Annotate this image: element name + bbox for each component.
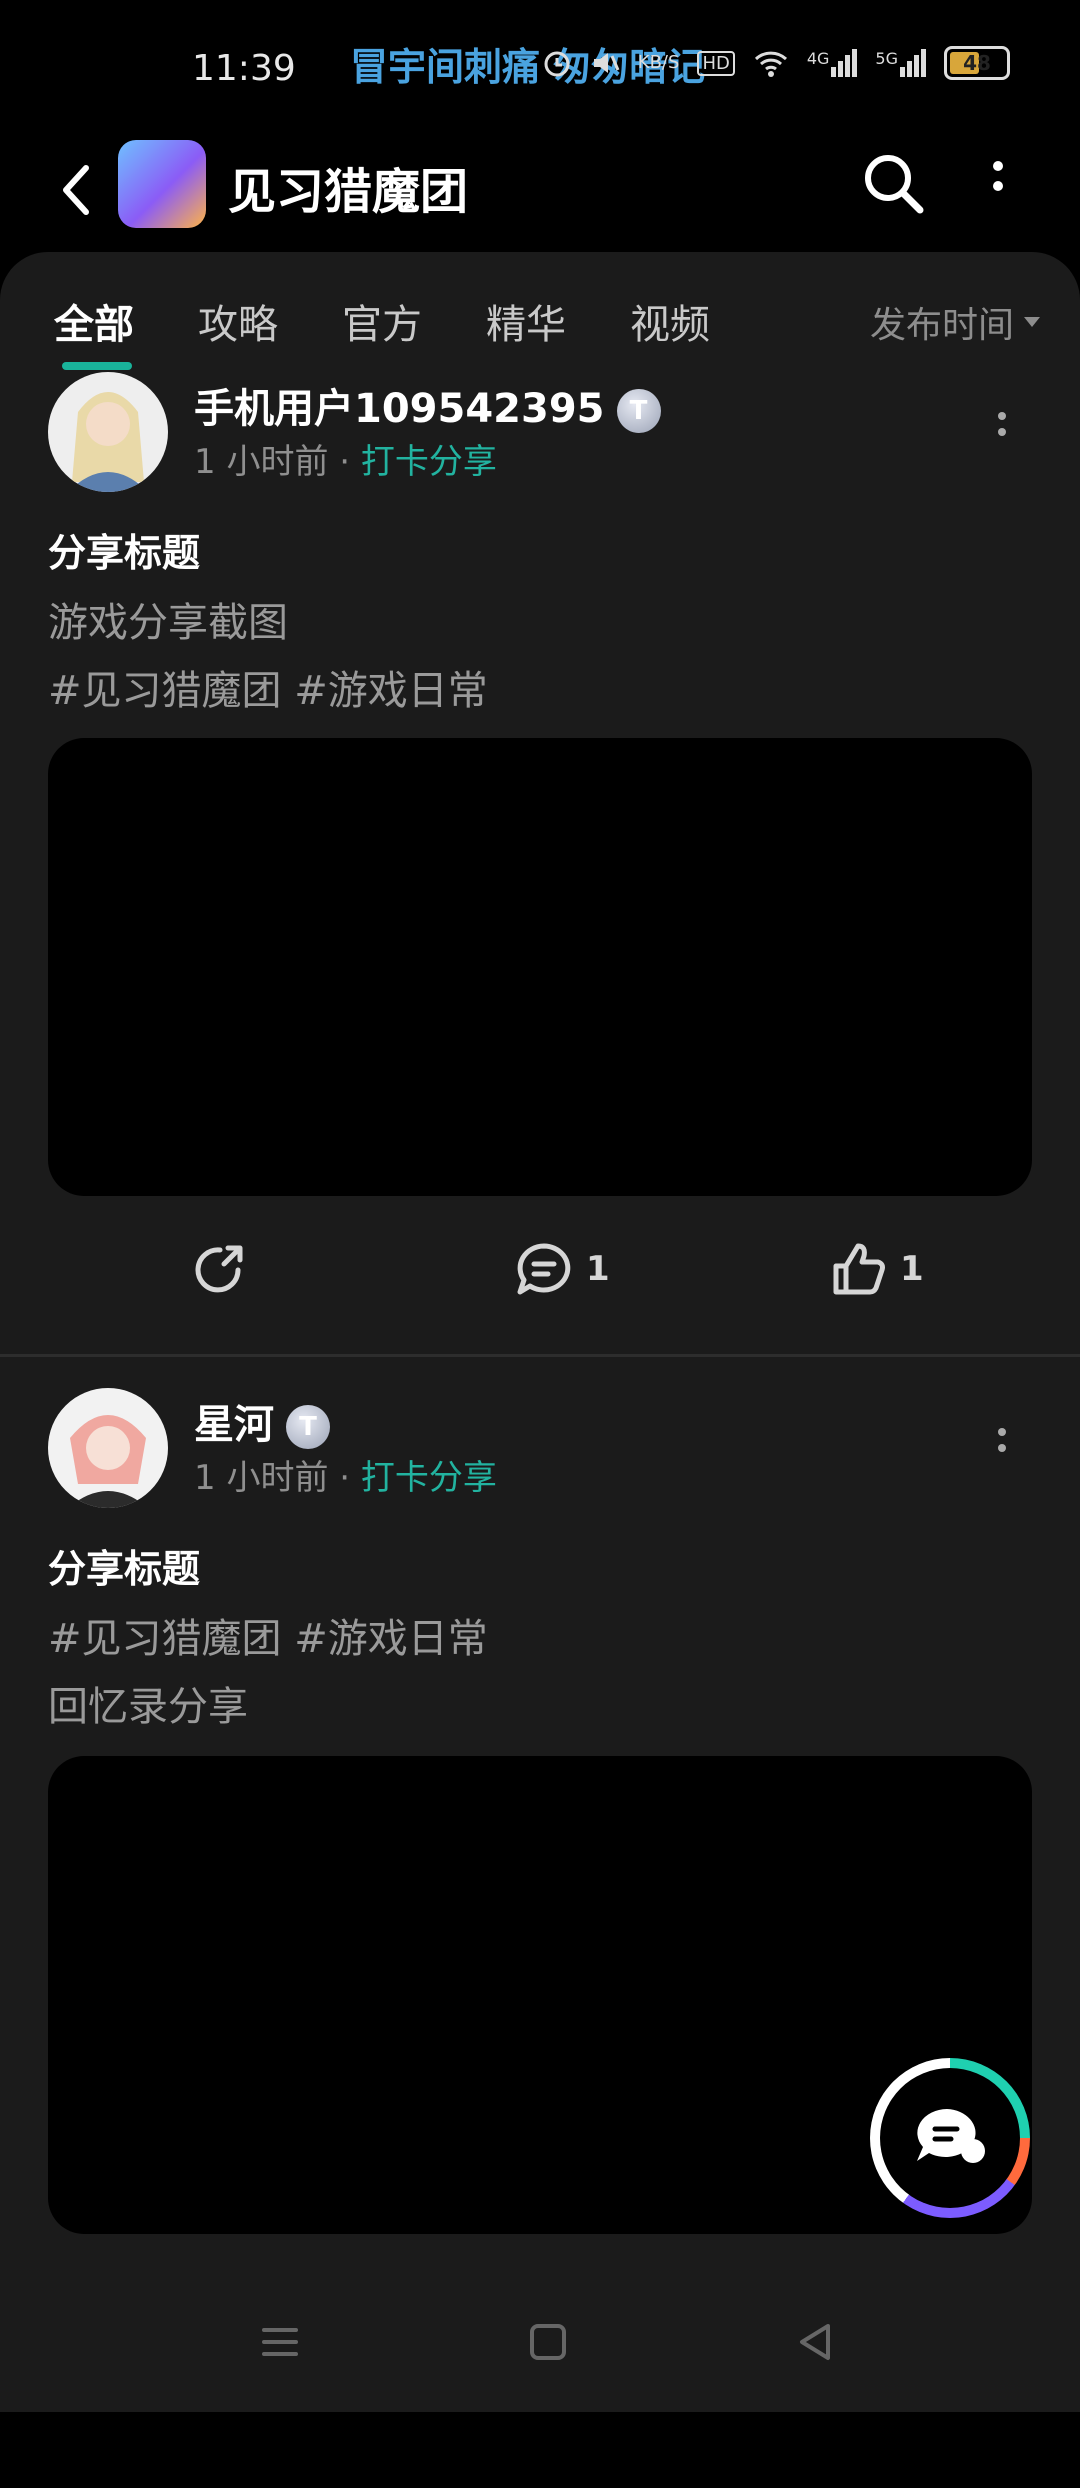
- comment-button[interactable]: 1: [514, 1240, 610, 1298]
- user-level-badge-icon: T: [616, 389, 661, 433]
- post-divider: [0, 1354, 1080, 1357]
- like-count: 1: [900, 1249, 924, 1289]
- hd-icon: HD: [697, 50, 735, 76]
- chat-fab-button[interactable]: [870, 2058, 1030, 2218]
- meta-separator: ·: [339, 1458, 351, 1498]
- system-nav-bar: [0, 2270, 1080, 2412]
- tab-official[interactable]: 官方: [342, 292, 422, 350]
- post-actions: 1 1: [0, 1240, 1080, 1320]
- post-title: 分享标题: [48, 531, 201, 575]
- post-more-icon[interactable]: [990, 1424, 1014, 1464]
- status-time: 11:39: [192, 48, 296, 89]
- post-hashtags[interactable]: #见习猎魔团 #游戏日常: [48, 658, 488, 716]
- page-title: 见习猎魔团: [228, 164, 469, 220]
- alarm-icon: [544, 51, 570, 77]
- comment-count: 1: [586, 1249, 610, 1289]
- post-card[interactable]: 手机用户109542395 T 1 小时前 · 打卡分享 分享标题 游戏分享截图 …: [0, 372, 1080, 1196]
- game-app-icon[interactable]: [118, 140, 206, 228]
- signal-4g-icon: 4G: [807, 49, 858, 77]
- meta-separator: ·: [339, 442, 351, 482]
- thumbs-up-icon: [833, 1243, 885, 1295]
- tab-video[interactable]: 视频: [630, 292, 710, 350]
- wifi-icon: [754, 51, 787, 77]
- like-button[interactable]: 1: [830, 1240, 924, 1298]
- menu-lines-icon[interactable]: [250, 2312, 310, 2372]
- home-square-icon[interactable]: [518, 2312, 578, 2372]
- tab-all[interactable]: 全部: [54, 292, 134, 350]
- avatar[interactable]: [48, 1388, 168, 1508]
- comment-icon: [517, 1243, 571, 1295]
- signal-5g-icon: 5G: [875, 49, 926, 77]
- more-vertical-icon[interactable]: [980, 152, 1016, 212]
- post-time: 1 小时前: [194, 1458, 329, 1498]
- post-time: 1 小时前: [194, 442, 329, 482]
- battery-level: 48: [963, 51, 991, 75]
- post-category[interactable]: 打卡分享: [361, 442, 497, 482]
- post-username[interactable]: 星河 T: [194, 1392, 330, 1450]
- tab-featured[interactable]: 精华: [486, 292, 566, 350]
- post-text-line: 回忆录分享: [48, 1684, 248, 1730]
- share-button[interactable]: [190, 1240, 248, 1298]
- post-username[interactable]: 手机用户109542395 T: [194, 376, 661, 434]
- caret-down-icon: [1024, 317, 1040, 327]
- user-level-badge-icon: T: [286, 1405, 330, 1449]
- post-hashtags[interactable]: #见习猎魔团 #游戏日常: [48, 1606, 488, 1664]
- status-bar: 11:39 冒宇间刺痛 匆匆暗记 KB/S HD 4G 5G 48: [0, 0, 1080, 130]
- search-icon[interactable]: [858, 148, 928, 218]
- post-meta: 1 小时前 · 打卡分享: [194, 1450, 497, 1499]
- share-icon: [195, 1245, 243, 1293]
- app-header: 见习猎魔团: [0, 130, 1080, 260]
- back-triangle-icon[interactable]: [786, 2312, 846, 2372]
- sort-label: 发布时间: [869, 305, 1014, 346]
- sort-dropdown[interactable]: 发布时间: [870, 296, 1040, 348]
- post-title: 分享标题: [48, 1547, 201, 1591]
- back-icon[interactable]: [52, 160, 102, 220]
- tab-active-indicator: [62, 362, 132, 370]
- post-meta: 1 小时前 · 打卡分享: [194, 434, 497, 483]
- filter-tabs: 全部 攻略 官方 精华 视频 发布时间: [0, 282, 1080, 370]
- status-icons: KB/S HD 4G 5G 48: [542, 46, 1010, 80]
- battery-icon: 48: [944, 46, 1010, 80]
- chat-bubble-icon: [917, 2109, 985, 2163]
- mute-icon: [593, 53, 620, 73]
- avatar[interactable]: [48, 372, 168, 492]
- post-category[interactable]: 打卡分享: [361, 1458, 497, 1498]
- network-speed: KB/S: [637, 52, 680, 73]
- tab-guides[interactable]: 攻略: [198, 292, 278, 350]
- post-more-icon[interactable]: [990, 408, 1014, 448]
- post-text-line: 游戏分享截图: [48, 600, 288, 646]
- post-media[interactable]: [48, 738, 1032, 1196]
